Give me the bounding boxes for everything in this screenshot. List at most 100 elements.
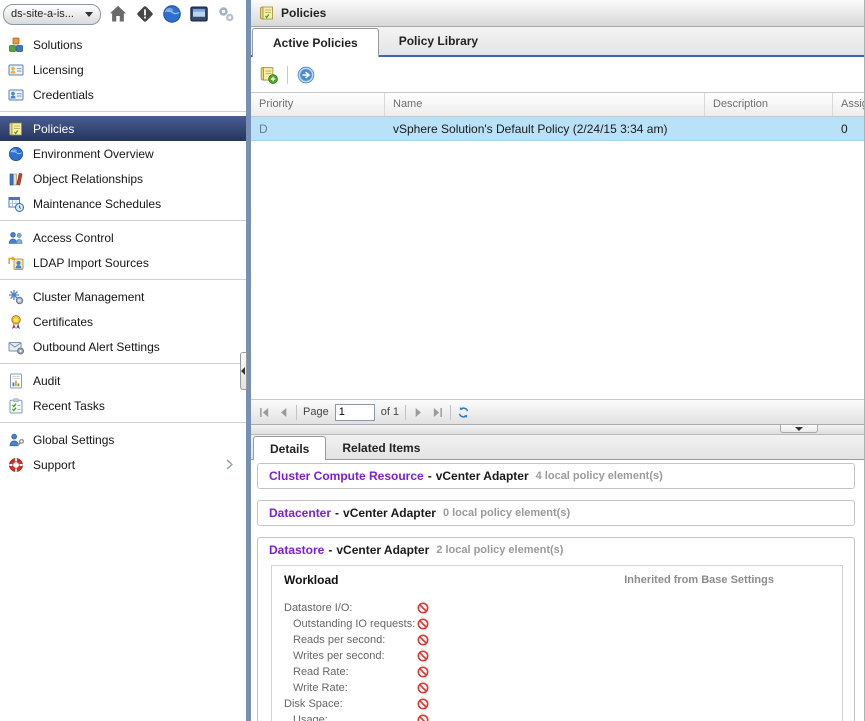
alert-diamond-icon[interactable] [135,4,155,24]
sidebar-item-maintenance-schedules[interactable]: Maintenance Schedules [0,191,246,216]
sidebar-item-policies[interactable]: Policies [0,116,246,141]
first-page-button[interactable] [258,406,271,419]
nav-group-policies: Policies Environment Overview Object Rel… [0,112,246,221]
sidebar-item-outbound-alert-settings[interactable]: Outbound Alert Settings [0,334,246,359]
adapter-label: vCenter Adapter [436,469,529,483]
metric-label: Read Rate: [284,666,417,678]
server-selector-dropdown[interactable]: ds-site-a-is... [3,4,101,25]
disabled-icon [417,666,429,678]
active-policies-toolbar [251,57,864,92]
page-label: Page [303,406,329,418]
sidebar-item-global-settings[interactable]: Global Settings [0,427,246,452]
sidebar-item-certificates[interactable]: Certificates [0,309,246,334]
adapter-label: vCenter Adapter [336,543,429,557]
column-header-name[interactable]: Name [385,93,705,116]
column-header-description[interactable]: Description [705,93,833,116]
workload-row-writes-per-second: Writes per second: [284,648,830,664]
workload-row-reads-per-second: Reads per second: [284,632,830,648]
chevron-right-icon [223,458,236,471]
add-policy-button-icon[interactable] [260,66,278,84]
environment-globe-icon [8,146,24,162]
tab-policy-library[interactable]: Policy Library [379,28,498,55]
outbound-alerts-icon [8,339,24,355]
page-number-input[interactable] [335,404,375,421]
ldap-import-icon [8,255,24,271]
audit-icon [8,373,24,389]
horizontal-splitter[interactable] [251,425,864,435]
sidebar-item-ldap-import-sources[interactable]: LDAP Import Sources [0,250,246,275]
sidebar-item-cluster-management[interactable]: Cluster Management [0,284,246,309]
disabled-icon [417,698,429,710]
column-header-assigned[interactable]: Assig [833,93,864,116]
section-card-datacenter: Datacenter - vCenter Adapter 0 local pol… [257,500,855,526]
nav-group-audit: Audit Recent Tasks [0,364,246,423]
metric-label: Disk Space: [284,698,417,710]
sidebar-item-audit[interactable]: Audit [0,368,246,393]
sidebar-item-licensing[interactable]: Licensing [0,57,246,82]
pagination-bar: Page of 1 [251,399,864,425]
metric-label: Datastore I/O: [284,602,417,614]
maintenance-schedules-icon [8,196,24,212]
metric-label: Reads per second: [284,634,417,646]
console-icon[interactable] [189,4,209,24]
tab-details[interactable]: Details [253,436,326,460]
metric-label: Outstanding IO requests: [284,618,417,630]
global-settings-icon [8,432,24,448]
sidebar-item-access-control[interactable]: Access Control [0,225,246,250]
policies-header-icon [259,5,275,21]
tab-active-policies[interactable]: Active Policies [252,28,379,57]
globe-icon[interactable] [162,4,182,24]
sidebar-nav: Solutions Licensing Credentials Policies [0,28,246,721]
services-gears-icon[interactable] [216,4,236,24]
last-page-button[interactable] [431,406,444,419]
policy-element-count: 2 local policy element(s) [436,544,563,556]
dash-separator: - [335,506,339,520]
policies-table-header: Priority Name Description Assig [251,92,864,117]
nav-group-settings: Global Settings Support [0,423,246,481]
dash-separator: - [428,469,432,483]
inherited-from-label: Inherited from Base Settings [624,574,774,586]
access-control-icon [8,230,24,246]
sidebar-splitter[interactable] [246,0,251,721]
sidebar-item-label: Cluster Management [33,290,144,304]
disabled-icon [417,618,429,630]
sidebar-item-recent-tasks[interactable]: Recent Tasks [0,393,246,418]
sidebar-item-label: Global Settings [33,433,114,447]
details-content: Cluster Compute Resource - vCenter Adapt… [251,460,864,721]
section-card-datastore: Datastore - vCenter Adapter 2 local poli… [257,537,855,721]
refresh-button[interactable] [457,406,470,419]
sidebar-toolbar: ds-site-a-is... [0,0,246,28]
sidebar-item-support[interactable]: Support [0,452,246,477]
tab-related-items[interactable]: Related Items [326,437,436,459]
toolbar-separator [287,66,288,84]
object-type-link[interactable]: Datacenter [269,506,331,520]
home-icon[interactable] [108,4,128,24]
details-tabstrip: Details Related Items [251,435,864,460]
next-page-button[interactable] [412,406,425,419]
sidebar-item-label: Licensing [33,63,84,77]
credentials-icon [8,87,24,103]
prev-page-button[interactable] [277,406,290,419]
splitter-collapse-handle[interactable] [780,425,818,433]
sidebar-item-object-relationships[interactable]: Object Relationships [0,166,246,191]
sidebar-item-label: Maintenance Schedules [33,197,161,211]
section-header[interactable]: Datastore - vCenter Adapter 2 local poli… [258,538,854,562]
object-type-link[interactable]: Cluster Compute Resource [269,469,424,483]
policy-element-count: 4 local policy element(s) [536,470,663,482]
policy-table-row-selected[interactable]: D vSphere Solution's Default Policy (2/2… [251,117,864,141]
sidebar-item-label: Solutions [33,38,82,52]
sidebar-item-credentials[interactable]: Credentials [0,82,246,107]
sidebar-item-solutions[interactable]: Solutions [0,32,246,57]
section-header[interactable]: Cluster Compute Resource - vCenter Adapt… [258,464,854,488]
workload-row-read-rate: Read Rate: [284,664,830,680]
sidebar-item-environment-overview[interactable]: Environment Overview [0,141,246,166]
column-header-priority[interactable]: Priority [251,93,385,116]
nav-group-content: Solutions Licensing Credentials [0,28,246,112]
object-type-link[interactable]: Datastore [269,543,324,557]
edit-policy-button-icon[interactable] [297,66,315,84]
object-relationships-icon [8,171,24,187]
workload-row-usage: Usage: [284,712,830,721]
cluster-management-icon [8,289,24,305]
section-header[interactable]: Datacenter - vCenter Adapter 0 local pol… [258,501,854,525]
sidebar-collapse-handle[interactable] [240,352,247,390]
